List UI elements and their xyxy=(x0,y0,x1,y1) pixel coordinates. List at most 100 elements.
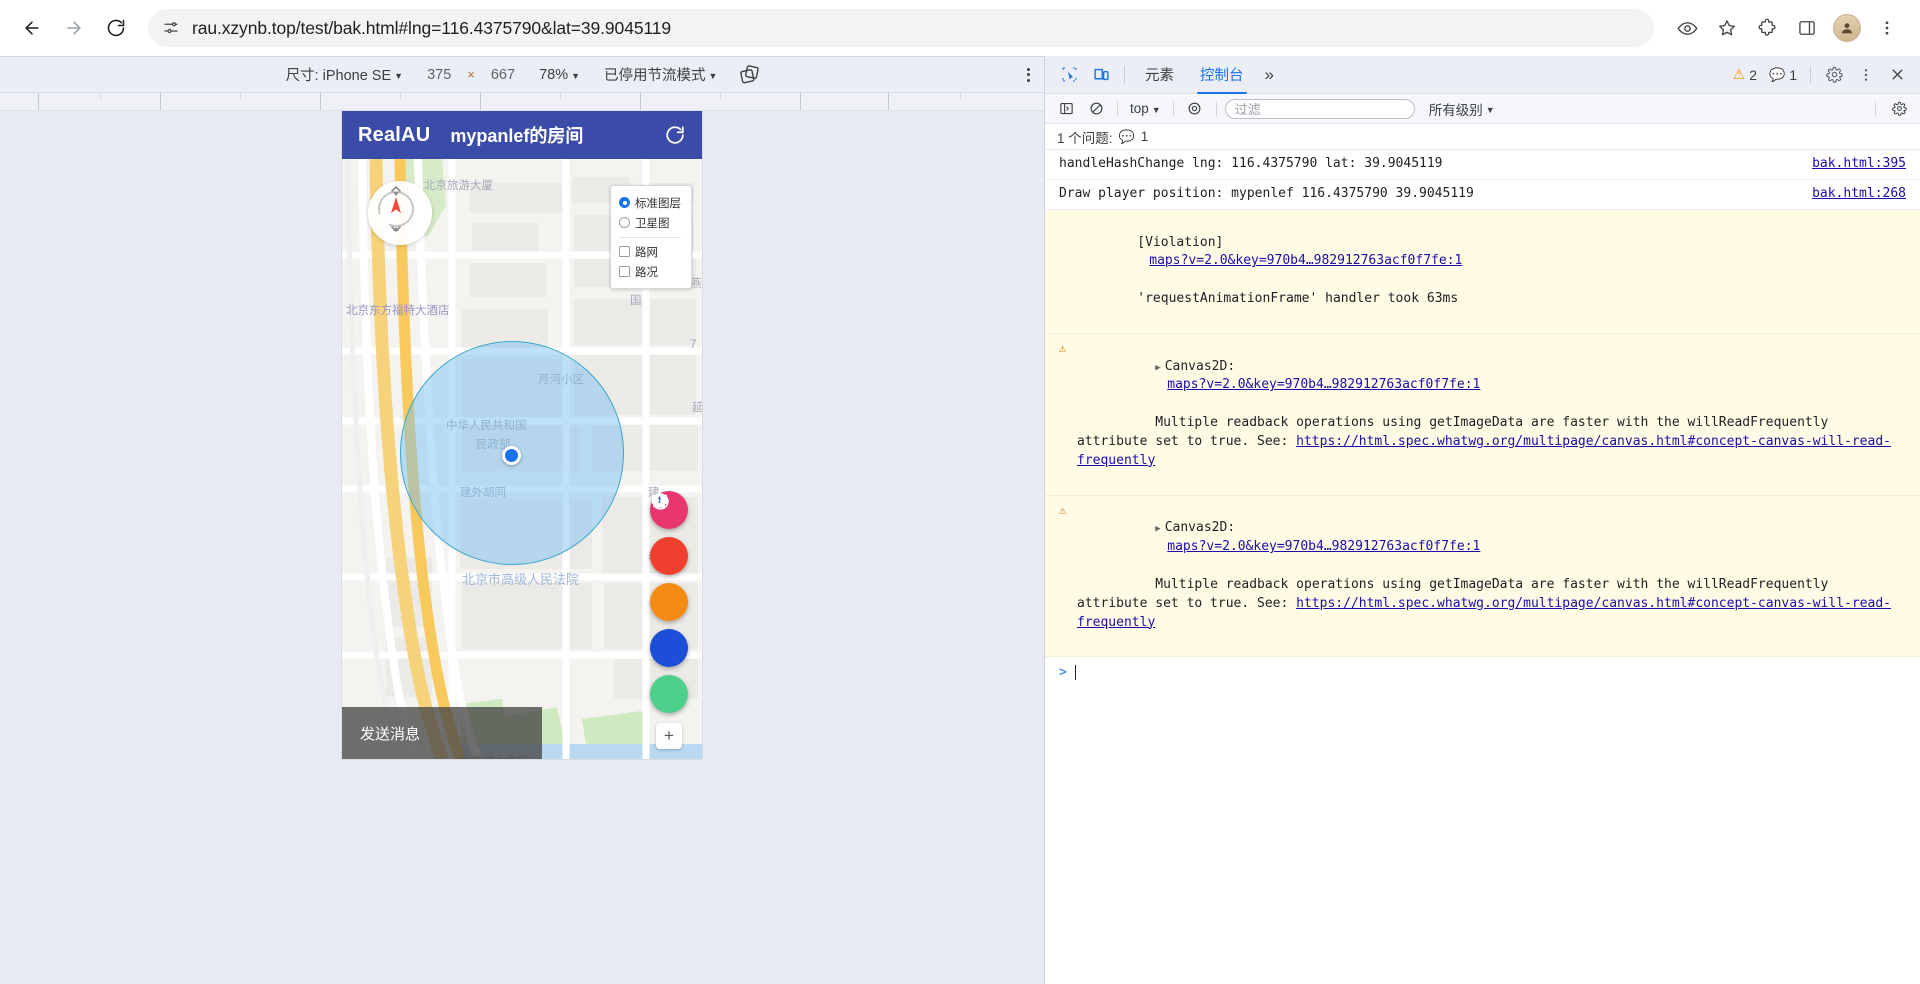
layer-option-traffic[interactable]: 路况 xyxy=(619,262,681,281)
inspect-element-icon[interactable] xyxy=(1055,62,1083,88)
devtools-close-icon[interactable] xyxy=(1884,62,1910,88)
layer-option-roadnet[interactable]: 路网 xyxy=(619,242,681,261)
toolbar-divider xyxy=(1117,101,1118,116)
device-toolbar-icon[interactable] xyxy=(1087,62,1115,88)
rotate-device-icon[interactable] xyxy=(729,64,770,85)
console-message-warning[interactable]: ⚠ ▶ Canvas2D: maps?v=2.0&key=970b4…982912… xyxy=(1045,333,1920,496)
devtools-header: 元素 控制台 » ⚠ 2 💬 1 xyxy=(1045,56,1920,94)
expand-arrow-icon[interactable]: ▶ xyxy=(1155,363,1160,373)
console-message-text: handleHashChange lng: 116.4375790 lat: 3… xyxy=(1059,156,1443,171)
side-panel-icon[interactable] xyxy=(1788,9,1826,47)
device-size-selector[interactable]: 尺寸: iPhone SE ▼ xyxy=(274,64,416,85)
target-fab-button[interactable] xyxy=(650,492,688,575)
zoom-in-button[interactable]: + xyxy=(656,723,682,749)
device-height-input[interactable]: 667 xyxy=(479,67,527,83)
console-source-link[interactable]: bak.html:395 xyxy=(1812,155,1906,174)
compass-fab-button[interactable] xyxy=(650,493,688,621)
reload-button[interactable] xyxy=(98,10,134,46)
device-toolbar-menu-icon[interactable] xyxy=(1027,67,1030,82)
console-settings-icon[interactable] xyxy=(1886,98,1912,120)
warning-count-value: 2 xyxy=(1749,66,1758,83)
radio-standard-icon[interactable] xyxy=(619,197,630,208)
checkbox-traffic-icon[interactable] xyxy=(619,266,630,277)
compass-control[interactable] xyxy=(368,181,432,245)
warning-count-badge[interactable]: ⚠ 2 xyxy=(1729,66,1761,83)
bookmark-star-icon[interactable] xyxy=(1708,9,1746,47)
map-canvas[interactable]: 北京旅游大厦 北京东方福特大酒店 月河小区 中华人民共和国 民政部 建外胡同 北… xyxy=(342,159,702,759)
back-button[interactable] xyxy=(14,10,50,46)
console-message-text: Draw player position: mypenlef 116.43757… xyxy=(1059,185,1474,201)
console-message-list[interactable]: handleHashChange lng: 116.4375790 lat: 3… xyxy=(1045,150,1920,984)
chevron-down-icon: ▼ xyxy=(1151,104,1161,115)
issues-bar[interactable]: 1 个问题: 💬 1 xyxy=(1045,124,1920,150)
console-message-log[interactable]: handleHashChange lng: 116.4375790 lat: 3… xyxy=(1045,150,1920,180)
message-icon: 💬 xyxy=(1769,66,1786,82)
more-tabs-icon[interactable]: » xyxy=(1259,65,1280,85)
throttling-selector[interactable]: 已停用节流模式 ▼ xyxy=(592,64,729,85)
device-width-value: 375 xyxy=(427,66,452,83)
checkbox-roadnet-icon[interactable] xyxy=(619,246,630,257)
avatar xyxy=(1833,14,1861,42)
app-brand: RealAU xyxy=(358,123,431,146)
extensions-icon[interactable] xyxy=(1748,9,1786,47)
profile-avatar[interactable] xyxy=(1828,9,1866,47)
clear-console-icon[interactable] xyxy=(1083,98,1109,120)
floating-action-buttons: + xyxy=(650,491,688,749)
address-bar[interactable]: rau.xzynb.top/test/bak.html#lng=116.4375… xyxy=(148,9,1654,47)
map-layer-control[interactable]: 标准图层 卫星图 路网 路况 xyxy=(610,185,692,289)
eye-icon[interactable] xyxy=(1668,9,1706,47)
header-divider xyxy=(1124,65,1125,84)
log-level-selector[interactable]: 所有级别 ▼ xyxy=(1419,99,1495,119)
radio-satellite-icon[interactable] xyxy=(619,217,630,228)
console-filter-input[interactable]: 过滤 xyxy=(1224,98,1415,119)
log-level-value: 所有级别 xyxy=(1428,102,1483,118)
console-sidebar-toggle-icon[interactable] xyxy=(1053,98,1079,120)
chevron-down-icon: ▼ xyxy=(1485,104,1495,115)
console-source-link[interactable]: bak.html:268 xyxy=(1812,185,1906,204)
console-message-text: 'requestAnimationFrame' handler took 63m… xyxy=(1137,291,1459,307)
console-source-link[interactable]: maps?v=2.0&key=970b4…982912763acf0f7fe:1 xyxy=(1167,377,1480,392)
issues-label: 1 个问题: xyxy=(1057,130,1113,146)
tab-console[interactable]: 控制台 xyxy=(1189,56,1255,94)
console-prompt[interactable]: > xyxy=(1045,657,1920,688)
message-count-value: 1 xyxy=(1789,66,1797,83)
player-position-marker[interactable] xyxy=(502,446,521,465)
address-bar-url: rau.xzynb.top/test/bak.html#lng=116.4375… xyxy=(192,17,672,38)
console-source-link[interactable]: maps?v=2.0&key=970b4…982912763acf0f7fe:1 xyxy=(1149,253,1462,268)
console-source-link[interactable]: maps?v=2.0&key=970b4…982912763acf0f7fe:1 xyxy=(1167,539,1480,554)
layer-option-standard[interactable]: 标准图层 xyxy=(619,193,681,212)
devtools-panel: 元素 控制台 » ⚠ 2 💬 1 top ▼ 过滤 所有级别 ▼ 1 个问题: … xyxy=(1044,56,1920,984)
dimension-separator: × xyxy=(467,67,475,82)
execution-context-selector[interactable]: top ▼ xyxy=(1126,101,1165,116)
expand-arrow-icon[interactable]: ▶ xyxy=(1155,524,1160,534)
console-message-violation[interactable]: [Violation] maps?v=2.0&key=970b4…9829127… xyxy=(1045,209,1920,334)
issues-message-icon: 💬 xyxy=(1118,128,1135,144)
layer-option-satellite[interactable]: 卫星图 xyxy=(619,213,681,232)
console-message-log[interactable]: Draw player position: mypenlef 116.43757… xyxy=(1045,180,1920,210)
devtools-more-icon[interactable] xyxy=(1852,62,1880,88)
site-settings-icon[interactable] xyxy=(160,17,182,39)
warning-triangle-icon: ⚠ xyxy=(1059,502,1067,517)
device-width-input[interactable]: 375 xyxy=(415,67,463,83)
device-emulation-pane: 尺寸: iPhone SE ▼ 375 × 667 78% ▼ 已停用节流模式 … xyxy=(0,56,1044,984)
devtools-settings-icon[interactable] xyxy=(1820,62,1848,88)
refresh-icon[interactable] xyxy=(662,122,688,148)
zoom-selector[interactable]: 78% ▼ xyxy=(527,67,592,83)
tab-elements[interactable]: 元素 xyxy=(1134,56,1185,94)
console-toolbar: top ▼ 过滤 所有级别 ▼ xyxy=(1045,94,1920,124)
chat-fab-button[interactable] xyxy=(650,494,688,667)
layer-roadnet-label: 路网 xyxy=(635,246,658,259)
layer-divider xyxy=(619,237,681,238)
browser-menu-icon[interactable] xyxy=(1868,9,1906,47)
warning-prefix: Canvas2D: xyxy=(1164,358,1236,374)
console-message-warning[interactable]: ⚠ ▶ Canvas2D: maps?v=2.0&key=970b4…982912… xyxy=(1045,495,1920,658)
message-count-badge[interactable]: 💬 1 xyxy=(1765,67,1801,83)
violation-prefix: [Violation] xyxy=(1137,234,1224,250)
face-fab-button[interactable] xyxy=(650,493,688,713)
live-expression-icon[interactable] xyxy=(1182,98,1208,120)
browser-actions xyxy=(1668,9,1906,47)
chevron-down-icon: ▼ xyxy=(708,70,718,81)
forward-button[interactable] xyxy=(56,10,92,46)
send-message-bar[interactable]: 发送消息 xyxy=(342,707,542,759)
layer-satellite-label: 卫星图 xyxy=(635,217,670,230)
